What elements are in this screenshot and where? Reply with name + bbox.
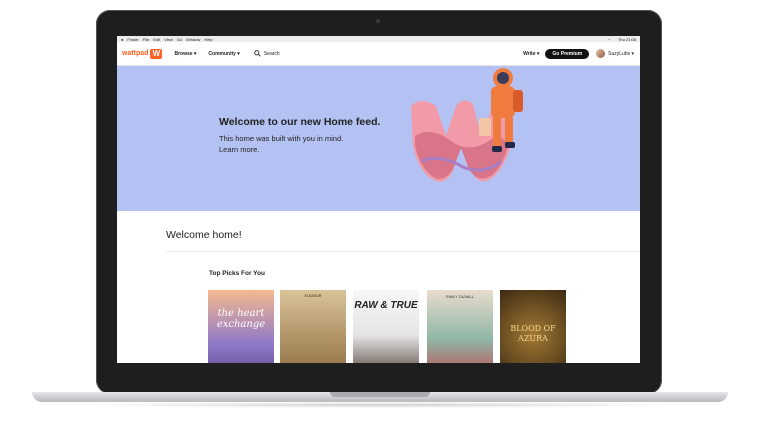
- community-menu[interactable]: Community ▾: [208, 51, 239, 57]
- go-premium-button[interactable]: Go Premium: [545, 48, 590, 59]
- book-cover[interactable]: EMILY DUVALL: [427, 290, 493, 363]
- write-menu[interactable]: Write ▾: [523, 51, 539, 57]
- camera: [376, 19, 380, 23]
- laptop-shadow: [60, 402, 700, 408]
- welcome-heading: Welcome home!: [166, 229, 242, 241]
- top-nav: wattpad W Browse ▾ Community ▾ Search Wr…: [117, 42, 640, 66]
- apple-icon[interactable]: ●: [121, 37, 123, 42]
- menubar-item-edit[interactable]: Edit: [153, 37, 160, 42]
- book-title: the heart exchange: [216, 308, 266, 330]
- book-author: ELEANOR: [304, 294, 322, 298]
- hero-subtitle: This home was built with you in mind. Le…: [219, 133, 389, 155]
- browse-menu[interactable]: Browse ▾: [174, 51, 196, 57]
- book-cover[interactable]: BLOOD OF AZURA: [500, 290, 566, 363]
- menubar-item-help[interactable]: Help: [204, 37, 212, 42]
- astronaut-illustration: [411, 68, 523, 182]
- search-icon: [254, 50, 261, 57]
- book-author: EMILY DUVALL: [445, 294, 474, 299]
- hero-title: Welcome to our new Home feed.: [219, 116, 381, 128]
- laptop-notch: [330, 392, 430, 397]
- menubar-clock[interactable]: Thu 21:08: [618, 37, 636, 42]
- screen: ● Finder File Edit View Go Window Help ◔…: [117, 36, 640, 363]
- avatar[interactable]: [596, 49, 606, 58]
- divider: [166, 251, 640, 252]
- wattpad-logo[interactable]: wattpad W: [122, 48, 163, 59]
- hero-banner: Welcome to our new Home feed. This home …: [117, 66, 640, 211]
- menubar-item-window[interactable]: Window: [186, 37, 200, 42]
- book-title: BLOOD OF AZURA: [510, 324, 556, 343]
- search-label: Search: [263, 50, 280, 57]
- section-title: Top Picks For You: [209, 270, 265, 277]
- book-cover[interactable]: ELEANOR: [280, 290, 346, 363]
- book-cover[interactable]: the heart exchange: [208, 290, 274, 363]
- menubar-item-file[interactable]: File: [143, 37, 149, 42]
- hero-subtitle-text: This home was built with you in mind.: [219, 134, 344, 143]
- logo-mark: W: [150, 48, 163, 59]
- book-cover[interactable]: RAW & TRUE: [353, 290, 419, 363]
- menubar-item-view[interactable]: View: [164, 37, 173, 42]
- menubar-item-go[interactable]: Go: [177, 37, 182, 42]
- book-title: RAW & TRUE: [354, 300, 418, 311]
- search-field[interactable]: Search: [254, 50, 280, 57]
- user-menu[interactable]: SuzyLubs ▾: [608, 51, 634, 57]
- logo-text: wattpad: [122, 50, 149, 57]
- learn-more-link[interactable]: Learn more.: [219, 144, 389, 155]
- wifi-icon[interactable]: ◔: [608, 37, 610, 42]
- menubar-item-finder[interactable]: Finder: [127, 37, 138, 42]
